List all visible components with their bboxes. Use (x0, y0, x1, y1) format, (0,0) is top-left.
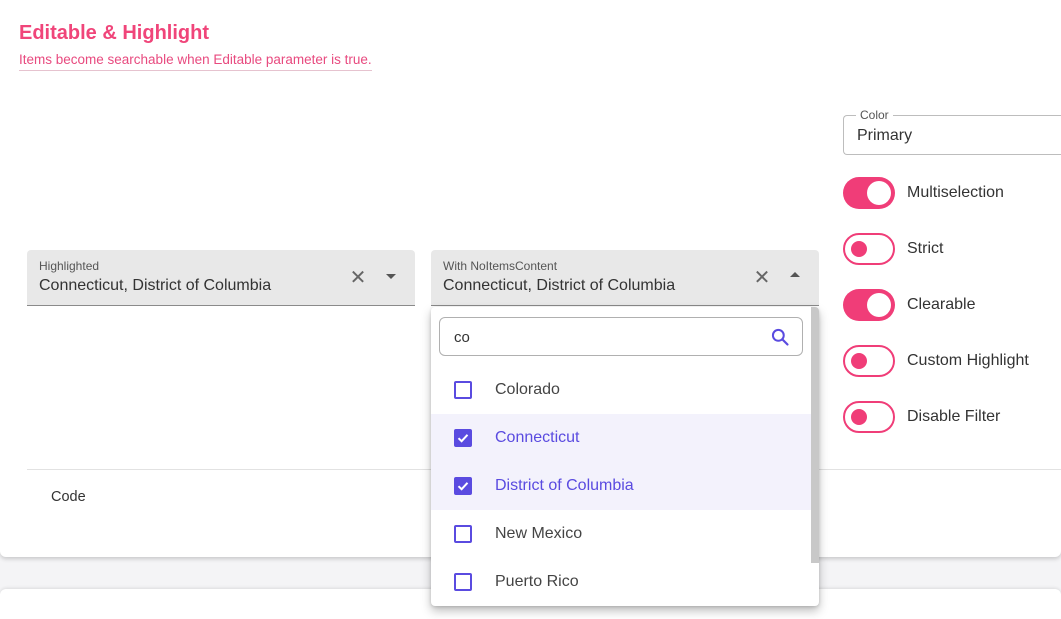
highlighted-select-label: Highlighted (39, 259, 100, 273)
toggle-track[interactable] (843, 233, 895, 265)
list-item[interactable]: Puerto Rico (431, 558, 811, 606)
list-item[interactable]: New Mexico (431, 510, 811, 558)
noitems-select-value: Connecticut, District of Columbia (443, 277, 676, 294)
check-icon (457, 482, 469, 491)
chevron-up-icon[interactable] (790, 272, 800, 277)
list-item[interactable]: District of Columbia (431, 462, 811, 510)
checkbox[interactable] (454, 477, 472, 495)
check-icon (457, 434, 469, 443)
switch-label: Strict (907, 240, 944, 257)
color-select-value: Primary (857, 127, 913, 144)
highlighted-select-value: Connecticut, District of Columbia (39, 277, 272, 294)
toggle-track[interactable] (843, 345, 895, 377)
section-subtitle: Items become searchable when Editable pa… (19, 52, 372, 71)
dropdown-popover: co Colorado Connecticut District of Colu… (431, 307, 819, 606)
list-item[interactable]: Connecticut (431, 414, 811, 462)
noitems-select[interactable]: With NoItemsContent Connecticut, Distric… (431, 250, 819, 306)
switch-label: Clearable (907, 296, 976, 313)
search-icon[interactable] (770, 327, 790, 352)
switch-label: Disable Filter (907, 408, 1001, 425)
list-item-label: Colorado (495, 381, 560, 398)
switch-label: Multiselection (907, 184, 1004, 201)
toggle-track[interactable] (843, 401, 895, 433)
switch-clearable[interactable]: Clearable (843, 289, 975, 321)
toggle-track[interactable] (843, 177, 895, 209)
switch-label: Custom Highlight (907, 352, 1029, 369)
checkbox[interactable] (454, 381, 472, 399)
switch-strict[interactable]: Strict (843, 233, 943, 265)
toggle-thumb (851, 353, 867, 369)
list-item-label: New Mexico (495, 525, 583, 542)
color-select-label: Color (856, 108, 893, 122)
checkbox[interactable] (454, 573, 472, 591)
scrollbar[interactable] (811, 307, 819, 563)
search-input-value: co (454, 329, 470, 346)
section-title: Editable & Highlight (19, 22, 209, 44)
color-select[interactable]: Color Primary (843, 108, 1061, 155)
clear-icon[interactable]: ✕ (347, 267, 369, 289)
toggle-thumb (851, 409, 867, 425)
list-item-label: Puerto Rico (495, 573, 579, 590)
checkbox[interactable] (454, 525, 472, 543)
list-item[interactable]: Colorado (431, 366, 811, 414)
switch-custom-highlight[interactable]: Custom Highlight (843, 345, 1029, 377)
list-item-label: District of Columbia (495, 477, 634, 494)
clear-icon[interactable]: ✕ (751, 267, 773, 289)
checkbox[interactable] (454, 429, 472, 447)
switch-multiselection[interactable]: Multiselection (843, 177, 1004, 209)
toggle-track[interactable] (843, 289, 895, 321)
toggle-thumb (867, 293, 891, 317)
list-item-label: Connecticut (495, 429, 580, 446)
switch-disable-filter[interactable]: Disable Filter (843, 401, 1000, 433)
highlighted-select[interactable]: Highlighted Connecticut, District of Col… (27, 250, 415, 306)
noitems-select-label: With NoItemsContent (443, 259, 558, 273)
toggle-thumb (851, 241, 867, 257)
chevron-down-icon[interactable] (386, 274, 396, 279)
code-toggle[interactable]: Code (51, 489, 86, 505)
search-input[interactable]: co (439, 317, 803, 356)
toggle-thumb (867, 181, 891, 205)
